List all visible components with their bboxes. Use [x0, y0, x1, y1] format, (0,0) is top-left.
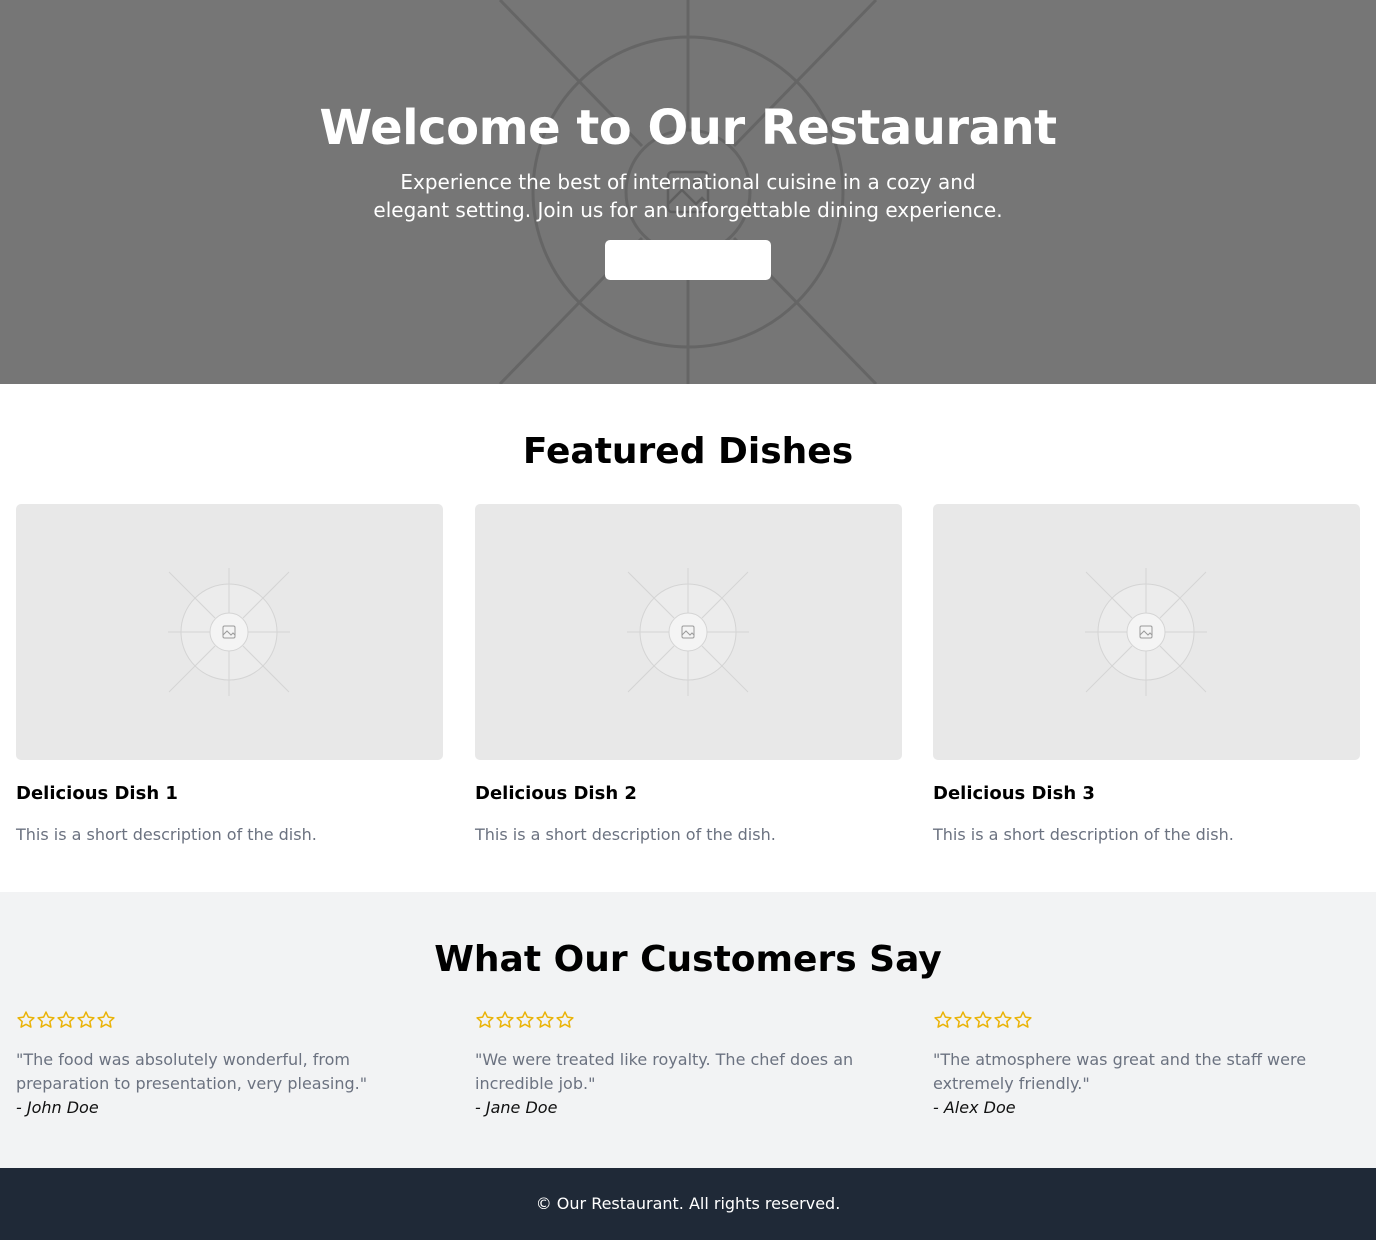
dish-card[interactable]: Delicious Dish 3 This is a short descrip…: [933, 504, 1360, 844]
review-author: - John Doe: [16, 1098, 99, 1117]
star-outline-icon: [556, 1011, 574, 1028]
star-outline-icon: [974, 1011, 992, 1028]
dish-name: Delicious Dish 1: [16, 783, 178, 804]
star-outline-icon: [97, 1011, 115, 1028]
dish-image: [475, 504, 902, 760]
review-card: "We were treated like royalty. The chef …: [475, 1010, 902, 1120]
hero-section: Welcome to Our Restaurant Experience the…: [0, 0, 1376, 384]
star-outline-icon: [57, 1011, 75, 1028]
star-outline-icon: [536, 1011, 554, 1028]
star-outline-icon: [496, 1011, 514, 1028]
star-rating: [16, 1010, 443, 1034]
footer-copyright: © Our Restaurant. All rights reserved.: [535, 1194, 841, 1213]
review-text: "The food was absolutely wonderful, from…: [16, 1050, 368, 1093]
star-rating: [933, 1010, 1360, 1034]
site-footer: © Our Restaurant. All rights reserved.: [0, 1168, 1376, 1240]
star-outline-icon: [1014, 1011, 1032, 1028]
star-outline-icon: [77, 1011, 95, 1028]
star-rating: [475, 1010, 902, 1034]
image-placeholder-icon: [627, 568, 749, 696]
star-outline-icon: [954, 1011, 972, 1028]
dish-description: This is a short description of the dish.: [16, 825, 317, 844]
star-outline-icon: [994, 1011, 1012, 1028]
review-text: "The atmosphere was great and the staff …: [933, 1050, 1307, 1093]
dish-name: Delicious Dish 3: [933, 783, 1095, 804]
dish-description: This is a short description of the dish.: [475, 825, 776, 844]
hero-title: Welcome to Our Restaurant: [319, 100, 1057, 156]
hero-subtitle: Experience the best of international cui…: [373, 170, 1003, 222]
star-outline-icon: [516, 1011, 534, 1028]
dish-card[interactable]: Delicious Dish 2 This is a short descrip…: [475, 504, 902, 844]
star-outline-icon: [17, 1011, 35, 1028]
review-author: - Alex Doe: [933, 1098, 1016, 1117]
review-text: "We were treated like royalty. The chef …: [475, 1050, 854, 1093]
dish-name: Delicious Dish 2: [475, 783, 637, 804]
image-placeholder-icon: [1085, 568, 1207, 696]
star-outline-icon: [476, 1011, 494, 1028]
dish-card[interactable]: Delicious Dish 1 This is a short descrip…: [16, 504, 443, 844]
review-card: "The atmosphere was great and the staff …: [933, 1010, 1360, 1120]
featured-dishes-section: Featured Dishes Delicious Dish 1 This is: [0, 384, 1376, 892]
star-outline-icon: [37, 1011, 55, 1028]
dish-image: [933, 504, 1360, 760]
testimonials-title: What Our Customers Say: [434, 939, 942, 980]
image-placeholder-icon: [168, 568, 290, 696]
review-author: - Jane Doe: [475, 1098, 558, 1117]
featured-dishes-title: Featured Dishes: [522, 431, 854, 472]
dish-image: [16, 504, 443, 760]
testimonials-section: What Our Customers Say "The food was abs…: [0, 892, 1376, 1168]
dish-description: This is a short description of the dish.: [933, 825, 1234, 844]
hero-cta-button[interactable]: [605, 240, 771, 280]
star-outline-icon: [934, 1011, 952, 1028]
review-card: "The food was absolutely wonderful, from…: [16, 1010, 443, 1120]
